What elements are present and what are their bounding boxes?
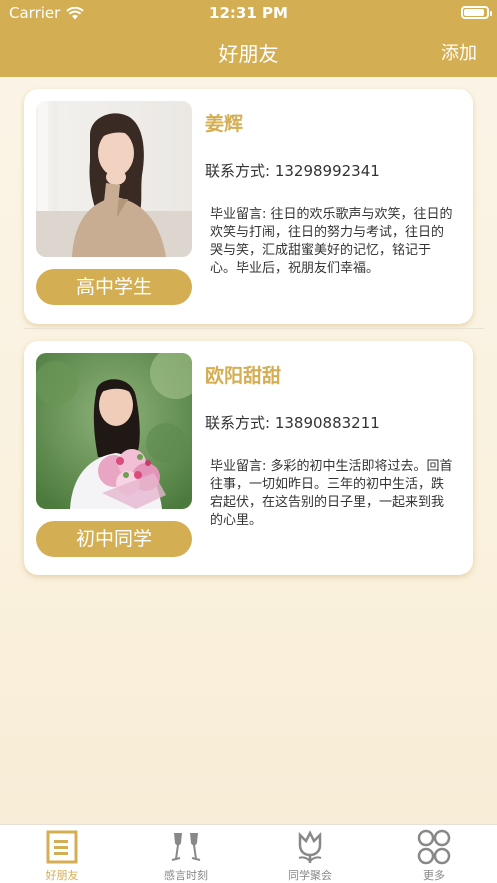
add-button[interactable]: 添加 [441,39,477,65]
navigation-bar: Carrier 12:31 PM 好朋友 添加 [0,0,497,77]
friend-name: 欧阳甜甜 [205,365,282,387]
status-bar: Carrier 12:31 PM [0,0,497,26]
friend-message: 毕业留言: 多彩的初中生活即将过去。回首往事，一切如昨日。三年的初中生活，跌宕起… [210,459,453,528]
tab-bar: 好朋友 感言时刻 同学聚会 更多 [0,824,497,883]
page-title: 好朋友 [218,42,279,66]
friend-contact: 联系方式: 13298992341 [205,162,380,180]
friend-card[interactable]: 高中学生 姜辉 联系方式: 13298992341 毕业留言: 往日的欢乐歌声与… [24,89,473,324]
friend-photo [36,101,192,257]
friend-photo [36,353,192,509]
tab-more[interactable]: 更多 [372,825,496,883]
tab-label: 更多 [423,869,445,882]
tulip-icon [298,830,322,863]
list-separator [24,328,484,329]
friend-name: 姜辉 [205,113,244,135]
category-tag: 初中同学 [36,521,192,557]
tab-label: 同学聚会 [288,869,332,882]
four-circles-icon [417,829,451,865]
tab-reunion[interactable]: 同学聚会 [248,825,372,883]
status-time: 12:31 PM [209,4,288,22]
tab-friends[interactable]: 好朋友 [0,825,124,883]
champagne-glasses-icon [171,833,201,861]
battery-fill [464,9,484,16]
battery-icon [461,6,492,19]
document-icon [46,830,78,864]
tab-label: 好朋友 [45,869,79,882]
tab-label: 感言时刻 [164,869,208,882]
tab-moments[interactable]: 感言时刻 [124,825,248,883]
friend-card[interactable]: 初中同学 欧阳甜甜 联系方式: 13890883211 毕业留言: 多彩的初中生… [24,341,473,575]
category-tag: 高中学生 [36,269,192,305]
friend-contact: 联系方式: 13890883211 [205,414,380,432]
friend-message: 毕业留言: 往日的欢乐歌声与欢笑，往日的欢笑与打闹，往日的努力与考试，往日的哭与… [210,207,453,276]
